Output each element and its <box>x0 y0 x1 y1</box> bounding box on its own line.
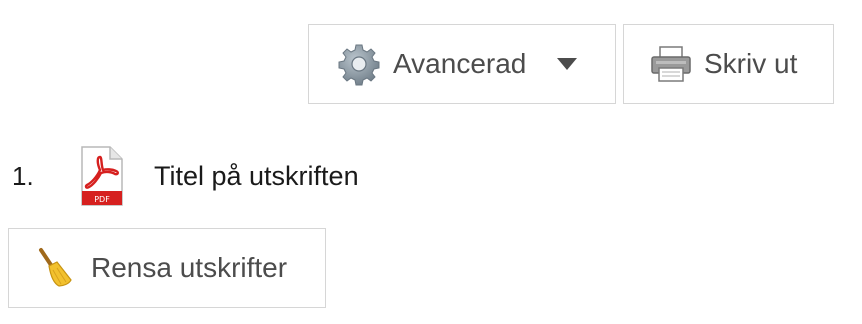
advanced-button[interactable]: Avancerad <box>308 24 616 104</box>
print-widget: Avancerad Skriv ut 1. PDF Titel på utskr… <box>0 0 862 324</box>
print-result-index: 1. <box>12 160 34 191</box>
gear-icon <box>337 42 381 86</box>
print-result-item: 1. PDF Titel på utskriften <box>12 136 359 216</box>
clear-prints-button-label: Rensa utskrifter <box>91 252 288 283</box>
clear-prints-button[interactable]: Rensa utskrifter <box>8 228 326 308</box>
advanced-button-label: Avancerad <box>393 48 527 79</box>
printer-icon <box>650 44 692 84</box>
chevron-down-icon <box>556 57 578 71</box>
print-button-label: Skriv ut <box>704 48 798 79</box>
print-button[interactable]: Skriv ut <box>623 24 834 104</box>
svg-text:PDF: PDF <box>94 195 110 204</box>
broom-icon <box>33 246 77 290</box>
pdf-icon[interactable]: PDF <box>78 145 126 207</box>
print-result-title-link[interactable]: Titel på utskriften <box>154 161 359 192</box>
